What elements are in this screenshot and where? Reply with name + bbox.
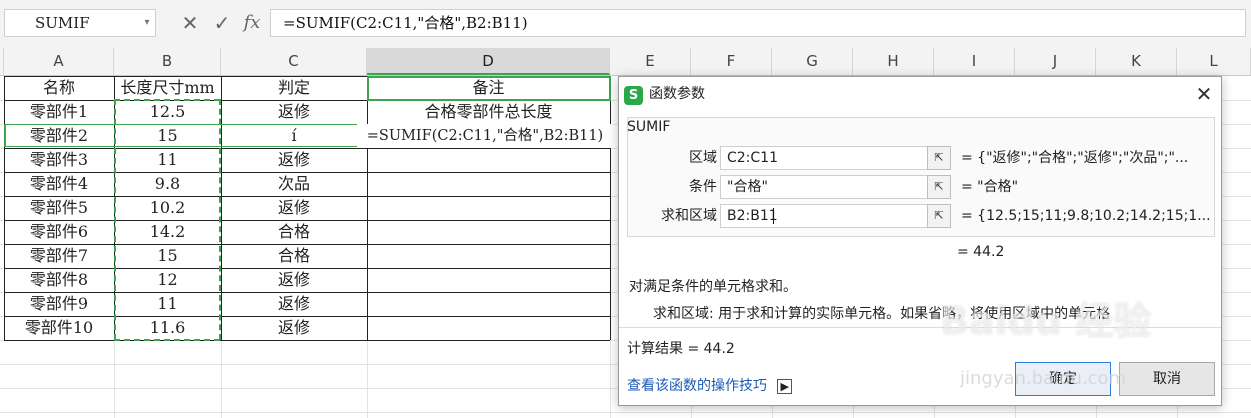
cell-a9[interactable]: 零部件8 bbox=[4, 268, 114, 292]
cell-a7[interactable]: 零部件6 bbox=[4, 220, 114, 244]
cell-a6[interactable]: 零部件5 bbox=[4, 196, 114, 220]
column-header-g[interactable]: G bbox=[772, 48, 853, 75]
calc-result: 计算结果 = 44.2 bbox=[627, 341, 735, 357]
baidu-watermark-url: jingyan.baidu.com bbox=[960, 368, 1127, 389]
help-link-row[interactable]: 查看该函数的操作技巧 ▶ bbox=[627, 375, 792, 395]
dialog-title: 函数参数 bbox=[649, 86, 705, 102]
column-header-d[interactable]: D bbox=[367, 48, 610, 75]
cell-c8[interactable]: 合格 bbox=[221, 244, 367, 268]
cell-a3[interactable]: 零部件2 bbox=[4, 124, 114, 148]
chevron-down-icon[interactable]: ▾ bbox=[140, 10, 154, 36]
cell-b5[interactable]: 9.8 bbox=[114, 172, 221, 196]
column-header-k[interactable]: K bbox=[1096, 48, 1177, 75]
param-input-sum-range[interactable]: B2:B11 bbox=[720, 204, 950, 228]
param-result-criteria: = "合格" bbox=[961, 179, 1019, 195]
param-result-range: = {"返修";"合格";"返修";"次品";"... bbox=[961, 150, 1189, 166]
cell-c10[interactable]: 返修 bbox=[221, 292, 367, 316]
cell-c7[interactable]: 合格 bbox=[221, 220, 367, 244]
param-label-criteria: 条件 bbox=[689, 179, 717, 195]
column-header-h[interactable]: H bbox=[853, 48, 934, 75]
cell-a11[interactable]: 零部件10 bbox=[4, 316, 114, 340]
cell-c6[interactable]: 返修 bbox=[221, 196, 367, 220]
cell-a4[interactable]: 零部件3 bbox=[4, 148, 114, 172]
column-header-j[interactable]: J bbox=[1015, 48, 1096, 75]
name-box[interactable]: SUMIF bbox=[4, 9, 156, 37]
column-header-i[interactable]: I bbox=[934, 48, 1015, 75]
cell-c4[interactable]: 返修 bbox=[221, 148, 367, 172]
function-name: SUMIF bbox=[627, 119, 671, 135]
cell-b3[interactable]: 15 bbox=[114, 124, 221, 148]
range-picker-icon[interactable]: ⇱ bbox=[927, 204, 951, 228]
param-label-range: 区域 bbox=[689, 150, 717, 166]
confirm-icon[interactable]: ✓ bbox=[210, 10, 234, 36]
cell-c9[interactable]: 返修 bbox=[221, 268, 367, 292]
fx-icon[interactable]: fx bbox=[238, 10, 266, 36]
cell-d2[interactable]: 合格零部件总长度 bbox=[367, 100, 610, 124]
column-header-b[interactable]: B bbox=[114, 48, 221, 75]
cancel-button[interactable]: 取消 bbox=[1119, 362, 1215, 396]
cell-b6[interactable]: 10.2 bbox=[114, 196, 221, 220]
cell-b9[interactable]: 12 bbox=[114, 268, 221, 292]
cell-d1[interactable]: 备注 bbox=[367, 76, 610, 100]
range-picker-icon[interactable]: ⇱ bbox=[927, 146, 951, 170]
column-header-e[interactable]: E bbox=[610, 48, 691, 75]
cell-b2[interactable]: 12.5 bbox=[114, 100, 221, 124]
cell-b11[interactable]: 11.6 bbox=[114, 316, 221, 340]
dialog-title-bar[interactable]: S 函数参数 ✕ bbox=[619, 77, 1221, 111]
cell-a5[interactable]: 零部件4 bbox=[4, 172, 114, 196]
cell-b7[interactable]: 14.2 bbox=[114, 220, 221, 244]
help-link[interactable]: 查看该函数的操作技巧 bbox=[627, 378, 767, 394]
column-headers: A B C D E F G H I J K L bbox=[0, 48, 1251, 76]
column-header-c[interactable]: C bbox=[221, 48, 367, 75]
cell-b10[interactable]: 11 bbox=[114, 292, 221, 316]
cell-b4[interactable]: 11 bbox=[114, 148, 221, 172]
function-arguments-dialog[interactable]: S 函数参数 ✕ SUMIF 区域 C2:C11 ⇱ = {"返修";"合格";… bbox=[618, 76, 1222, 406]
cell-b8[interactable]: 15 bbox=[114, 244, 221, 268]
cell-c1[interactable]: 判定 bbox=[221, 76, 367, 100]
column-header-f[interactable]: F bbox=[691, 48, 772, 75]
param-label-sum-range: 求和区域 bbox=[661, 208, 717, 224]
formula-bar: SUMIF ▾ ✕ ✓ fx =SUMIF(C2:C11,"合格",B2:B11… bbox=[0, 0, 1251, 49]
cell-c3[interactable]: í bbox=[221, 124, 367, 148]
cell-a8[interactable]: 零部件7 bbox=[4, 244, 114, 268]
cancel-icon[interactable]: ✕ bbox=[178, 10, 202, 36]
param-result-sum-range: = {12.5;15;11;9.8;10.2;14.2;15;1... bbox=[961, 208, 1211, 224]
cell-c11[interactable]: 返修 bbox=[221, 316, 367, 340]
cell-b1[interactable]: 长度尺寸mm bbox=[114, 76, 221, 100]
baidu-watermark: Baidu 经验 bbox=[940, 299, 1152, 343]
text-caret bbox=[773, 208, 774, 224]
cell-d3-editing[interactable]: =SUMIF(C2:C11,"合格",B2:B11) bbox=[357, 124, 613, 148]
close-icon[interactable]: ✕ bbox=[1191, 81, 1217, 107]
range-picker-icon[interactable]: ⇱ bbox=[927, 175, 951, 199]
cell-a1[interactable]: 名称 bbox=[4, 76, 114, 100]
function-description: 对满足条件的单元格求和。 bbox=[629, 279, 797, 295]
cell-c5[interactable]: 次品 bbox=[221, 172, 367, 196]
play-video-icon[interactable]: ▶ bbox=[777, 379, 792, 394]
cell-c2[interactable]: 返修 bbox=[221, 100, 367, 124]
param-input-criteria[interactable]: "合格" bbox=[720, 175, 950, 199]
overall-result: = 44.2 bbox=[957, 244, 1005, 260]
formula-input[interactable]: =SUMIF(C2:C11,"合格",B2:B11) bbox=[270, 9, 1246, 37]
column-header-a[interactable]: A bbox=[4, 48, 114, 75]
wps-logo-icon: S bbox=[624, 86, 643, 105]
cell-a2[interactable]: 零部件1 bbox=[4, 100, 114, 124]
cell-a10[interactable]: 零部件9 bbox=[4, 292, 114, 316]
column-header-l[interactable]: L bbox=[1177, 48, 1251, 75]
param-input-range[interactable]: C2:C11 bbox=[720, 146, 950, 170]
